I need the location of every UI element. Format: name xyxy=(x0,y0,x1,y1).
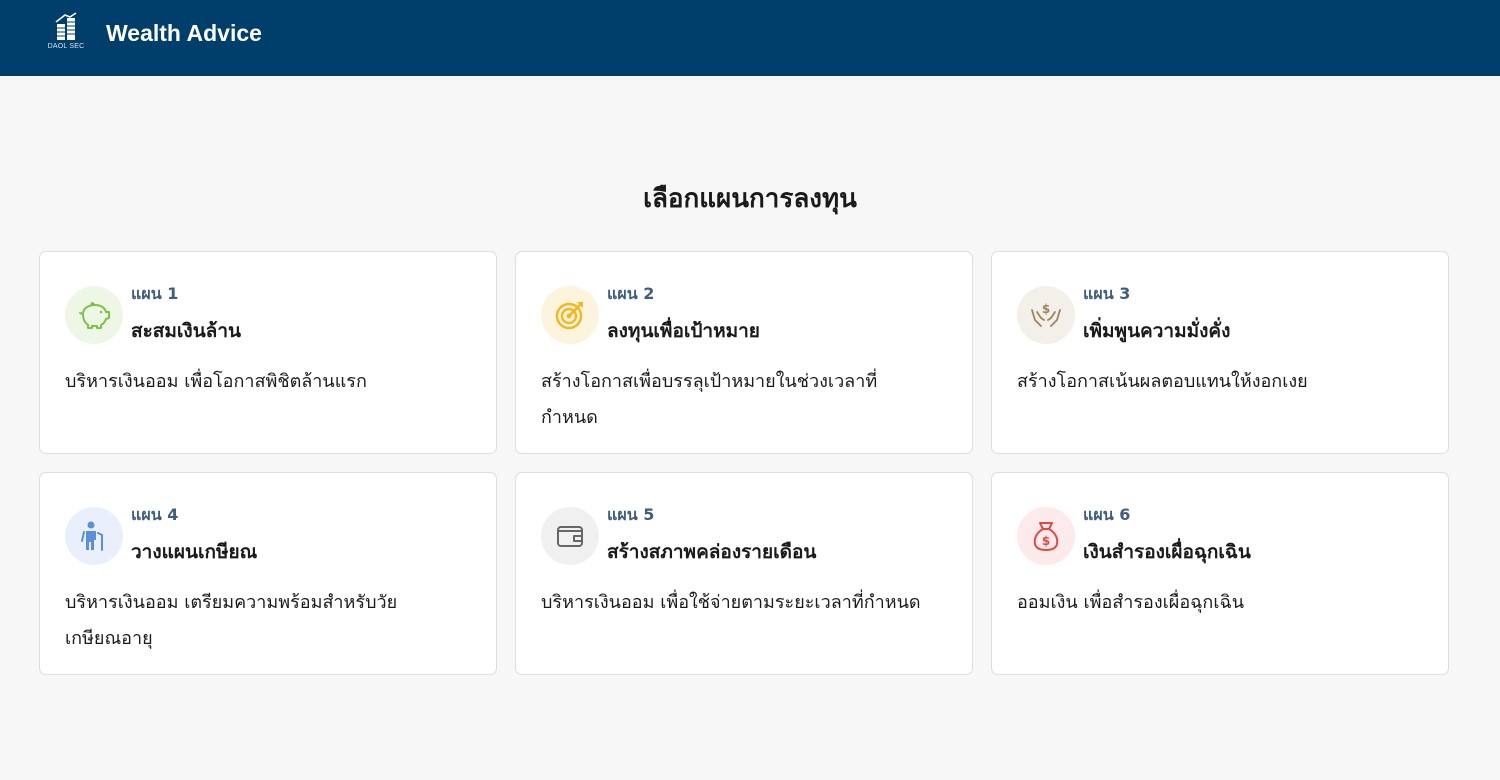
app-title: Wealth Advice xyxy=(106,20,262,46)
plan-number: แผน 5 xyxy=(607,505,655,524)
plan-name: เพิ่มพูนความมั่งคั่ง xyxy=(1083,320,1231,342)
plan-description: สร้างโอกาสเพื่อบรรลุเป้าหมายในช่วงเวลาที… xyxy=(541,371,878,428)
plan-description: สร้างโอกาสเน้นผลตอบแทนให้งอกเงย xyxy=(1017,371,1308,392)
wallet-icon xyxy=(557,526,583,547)
piggy-bank-icon xyxy=(79,302,110,329)
plan-icon-circle xyxy=(541,286,599,344)
plan-number: แผน 2 xyxy=(607,284,655,303)
page-heading: เลือกแผนการลงทุน xyxy=(643,184,857,214)
money-bag-icon: $ xyxy=(1033,522,1059,551)
plan-number: แผน 1 xyxy=(131,284,179,303)
plan-name: วางแผนเกษียณ xyxy=(131,541,258,563)
plan-name: สะสมเงินล้าน xyxy=(131,320,241,342)
plan-card-5[interactable]: แผน 5 สร้างสภาพคล่องรายเดือน บริหารเงินอ… xyxy=(515,472,973,675)
plan-card-1[interactable]: แผน 1 สะสมเงินล้าน บริหารเงินออม เพื่อโอ… xyxy=(39,251,497,454)
plan-number: แผน 6 xyxy=(1083,505,1131,524)
plan-description: บริหารเงินออม เตรียมความพร้อมสำหรับวัยเก… xyxy=(65,592,398,649)
plan-card-4[interactable]: แผน 4 วางแผนเกษียณ บริหารเงินออม เตรียมค… xyxy=(39,472,497,675)
plan-icon-circle: $ xyxy=(1017,286,1075,344)
plan-icon-circle xyxy=(65,507,123,565)
plan-card-2[interactable]: แผน 2 ลงทุนเพื่อเป้าหมาย สร้างโอกาสเพื่อ… xyxy=(515,251,973,454)
plan-card-6[interactable]: $ แผน 6 เงินสำรองเผื่อฉุกเฉิน ออมเงิน เพ… xyxy=(991,472,1449,675)
elderly-person-icon xyxy=(81,521,103,551)
plan-number: แผน 3 xyxy=(1083,284,1131,303)
plan-name: เงินสำรองเผื่อฉุกเฉิน xyxy=(1083,541,1251,563)
plan-name: สร้างสภาพคล่องรายเดือน xyxy=(607,541,817,563)
plan-number: แผน 4 xyxy=(131,505,179,524)
plan-icon-circle xyxy=(541,507,599,565)
coin-stack-logo-icon xyxy=(55,12,77,40)
plan-description: บริหารเงินออม เพื่อโอกาสพิชิตล้านแรก xyxy=(65,371,367,392)
svg-text:$: $ xyxy=(1042,302,1050,316)
plan-icon-circle: $ xyxy=(1017,507,1075,565)
plan-card-3[interactable]: $ แผน 3 เพิ่มพูนความมั่งคั่ง สร้างโอกาสเ… xyxy=(991,251,1449,454)
target-icon xyxy=(555,302,583,330)
plan-description: บริหารเงินออม เพื่อใช้จ่ายตามระยะเวลาที่… xyxy=(541,592,921,613)
svg-text:$: $ xyxy=(1042,534,1050,548)
hands-money-icon: $ xyxy=(1031,302,1061,327)
daol-sec-logo[interactable]: DAOL SEC xyxy=(42,12,90,60)
plan-icon-circle xyxy=(65,286,123,344)
top-navbar: DAOL SEC Wealth Advice xyxy=(0,0,1500,76)
logo-text: DAOL SEC xyxy=(47,43,85,50)
plan-name: ลงทุนเพื่อเป้าหมาย xyxy=(607,320,760,342)
plan-description: ออมเงิน เพื่อสำรองเผื่อฉุกเฉิน xyxy=(1017,592,1245,613)
